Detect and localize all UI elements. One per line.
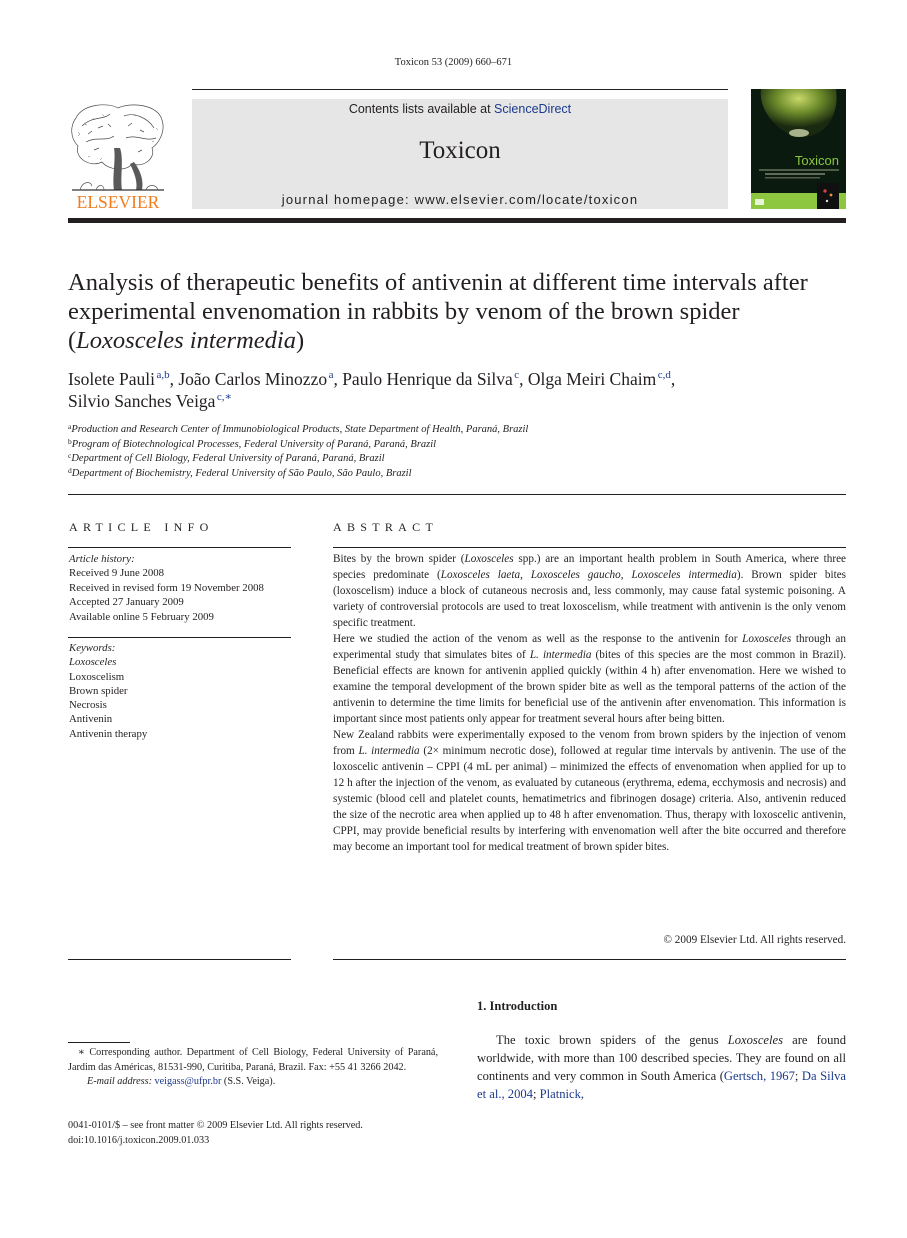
- affiliation-text: Program of Biotechnological Processes, F…: [71, 438, 437, 450]
- abstract-body: Bites by the brown spider (Loxosceles sp…: [333, 551, 846, 855]
- journal-cover[interactable]: Toxicon: [751, 89, 846, 209]
- keywords-label: Keywords:: [69, 642, 116, 654]
- citation-link[interactable]: Gertsch, 1967: [724, 1069, 795, 1083]
- email-suffix: (S.S. Veiga).: [221, 1076, 276, 1087]
- affiliation-item: bProgram of Biotechnological Processes, …: [68, 437, 768, 453]
- author-name[interactable]: Silvio Sanches Veiga: [68, 391, 215, 411]
- email-line: E-mail address: veigass@ufpr.br (S.S. Ve…: [68, 1075, 438, 1090]
- article-title: Analysis of therapeutic benefits of anti…: [68, 268, 848, 355]
- author[interactable]: João Carlos Minozzo a: [178, 369, 333, 389]
- corresponding-author-text: ∗ Corresponding author. Department of Ce…: [68, 1047, 438, 1073]
- corresponding-author-footnote: ∗ Corresponding author. Department of Ce…: [68, 1046, 438, 1090]
- tree-icon: ELSEVIER: [71, 104, 164, 212]
- history-item: Available online 5 February 2009: [69, 610, 214, 623]
- author-name[interactable]: João Carlos Minozzo: [178, 369, 327, 389]
- cover-title: Toxicon: [795, 153, 839, 168]
- italic-term: L. intermedia: [358, 745, 420, 757]
- affiliation-text: Department of Cell Biology, Federal Univ…: [71, 453, 385, 465]
- keyword: Necrosis: [69, 699, 107, 712]
- section-divider: [68, 494, 846, 495]
- copyright-notice: © 2009 Elsevier Ltd. All rights reserved…: [663, 934, 847, 946]
- journal-title: Toxicon: [419, 137, 501, 164]
- title-species: Loxosceles intermedia: [76, 327, 296, 354]
- italic-term: Loxosceles: [464, 553, 514, 565]
- article-history: Article history: Received 9 June 2008 Re…: [69, 552, 299, 624]
- citation-link[interactable]: Platnick,: [540, 1087, 584, 1101]
- italic-term: Loxosceles: [742, 633, 792, 645]
- history-item: Received in revised form 19 November 200…: [69, 581, 264, 594]
- doi[interactable]: doi:10.1016/j.toxicon.2009.01.033: [68, 1134, 448, 1149]
- author[interactable]: Olga Meiri Chaim c,d: [528, 369, 671, 389]
- contents-prefix: Contents lists available at: [348, 102, 495, 116]
- author[interactable]: Paulo Henrique da Silva c: [342, 369, 519, 389]
- abstract-rule: [333, 547, 846, 548]
- keyword: Loxoscelism: [69, 670, 125, 683]
- author[interactable]: Silvio Sanches Veiga c,∗: [68, 391, 232, 411]
- affiliation-text: Department of Biochemistry, Federal Univ…: [71, 467, 412, 479]
- author-list: Isolete Pauli a,b, João Carlos Minozzo a…: [68, 368, 848, 412]
- abstract-rule: [333, 959, 846, 960]
- affiliation-item: cDepartment of Cell Biology, Federal Uni…: [68, 452, 768, 467]
- front-matter: 0041-0101/$ – see front matter © 2009 El…: [68, 1119, 448, 1148]
- keyword: Antivenin therapy: [69, 727, 148, 740]
- footnote-rule: [68, 1042, 130, 1043]
- abstract-paragraph: Here we studied the action of the venom …: [333, 633, 846, 725]
- history-item: Received 9 June 2008: [69, 567, 165, 580]
- keyword: Loxosceles: [69, 656, 117, 669]
- italic-term: Loxosceles laeta: [440, 569, 521, 581]
- abstract-paragraph: Bites by the brown spider (Loxosceles sp…: [333, 553, 847, 629]
- author-affiliation[interactable]: c,d: [658, 369, 671, 381]
- affiliations: aProduction and Research Center of Immun…: [68, 423, 768, 481]
- elsevier-logo[interactable]: ELSEVIER: [68, 98, 168, 212]
- header-thick-rule: [68, 218, 846, 223]
- abstract-heading: ABSTRACT: [333, 520, 439, 534]
- introduction-heading: 1. Introduction: [477, 999, 558, 1013]
- header-rule: [192, 89, 728, 90]
- italic-term: L. intermedia: [529, 649, 592, 661]
- italic-term: Loxosceles intermedia: [631, 569, 737, 581]
- elsevier-wordmark: ELSEVIER: [77, 192, 160, 210]
- article-info-rule: [68, 637, 291, 638]
- issn-line: 0041-0101/$ – see front matter © 2009 El…: [68, 1120, 363, 1131]
- italic-term: Loxosceles: [727, 1033, 783, 1047]
- affiliation-item: dDepartment of Biochemistry, Federal Uni…: [68, 467, 768, 482]
- article-info-heading: ARTICLE INFO: [69, 520, 214, 534]
- sciencedirect-link[interactable]: ScienceDirect: [494, 102, 571, 116]
- email-link[interactable]: veigass@ufpr.br: [155, 1076, 222, 1087]
- article-info-rule: [68, 547, 291, 548]
- author-separator: ,: [333, 369, 343, 389]
- history-item: Accepted 27 January 2009: [69, 596, 184, 609]
- keyword: Antivenin: [69, 713, 113, 726]
- journal-homepage[interactable]: journal homepage: www.elsevier.com/locat…: [192, 192, 728, 207]
- keywords: Keywords: Loxosceles Loxoscelism Brown s…: [69, 641, 299, 741]
- email-label: E-mail address:: [87, 1076, 152, 1087]
- author[interactable]: Isolete Pauli a,b: [68, 369, 170, 389]
- author-name[interactable]: Paulo Henrique da Silva: [342, 369, 513, 389]
- history-label: Article history:: [69, 553, 135, 565]
- author-name[interactable]: Olga Meiri Chaim: [528, 369, 656, 389]
- keyword: Brown spider: [69, 684, 128, 697]
- author-separator: ,: [519, 369, 528, 389]
- contents-line: Contents lists available at ScienceDirec…: [192, 102, 728, 116]
- author-name[interactable]: Isolete Pauli: [68, 369, 155, 389]
- author-separator: ,: [670, 369, 676, 389]
- article-info-rule: [68, 959, 291, 960]
- title-close: ): [295, 327, 305, 354]
- affiliation-item: aProduction and Research Center of Immun…: [68, 423, 768, 438]
- author-affiliation[interactable]: c,∗: [217, 391, 232, 403]
- running-head: Toxicon 53 (2009) 660–671: [394, 57, 513, 68]
- cover-image-icon: Toxicon: [751, 89, 846, 209]
- affiliation-text: Production and Research Center of Immuno…: [71, 424, 529, 435]
- abstract-paragraph: New Zealand rabbits were experimentally …: [333, 729, 847, 853]
- journal-banner: Contents lists available at ScienceDirec…: [192, 99, 728, 209]
- introduction-body: The toxic brown spiders of the genus Lox…: [477, 1033, 846, 1101]
- italic-term: Loxosceles gaucho: [530, 569, 621, 581]
- author-affiliation[interactable]: a,b: [156, 369, 169, 381]
